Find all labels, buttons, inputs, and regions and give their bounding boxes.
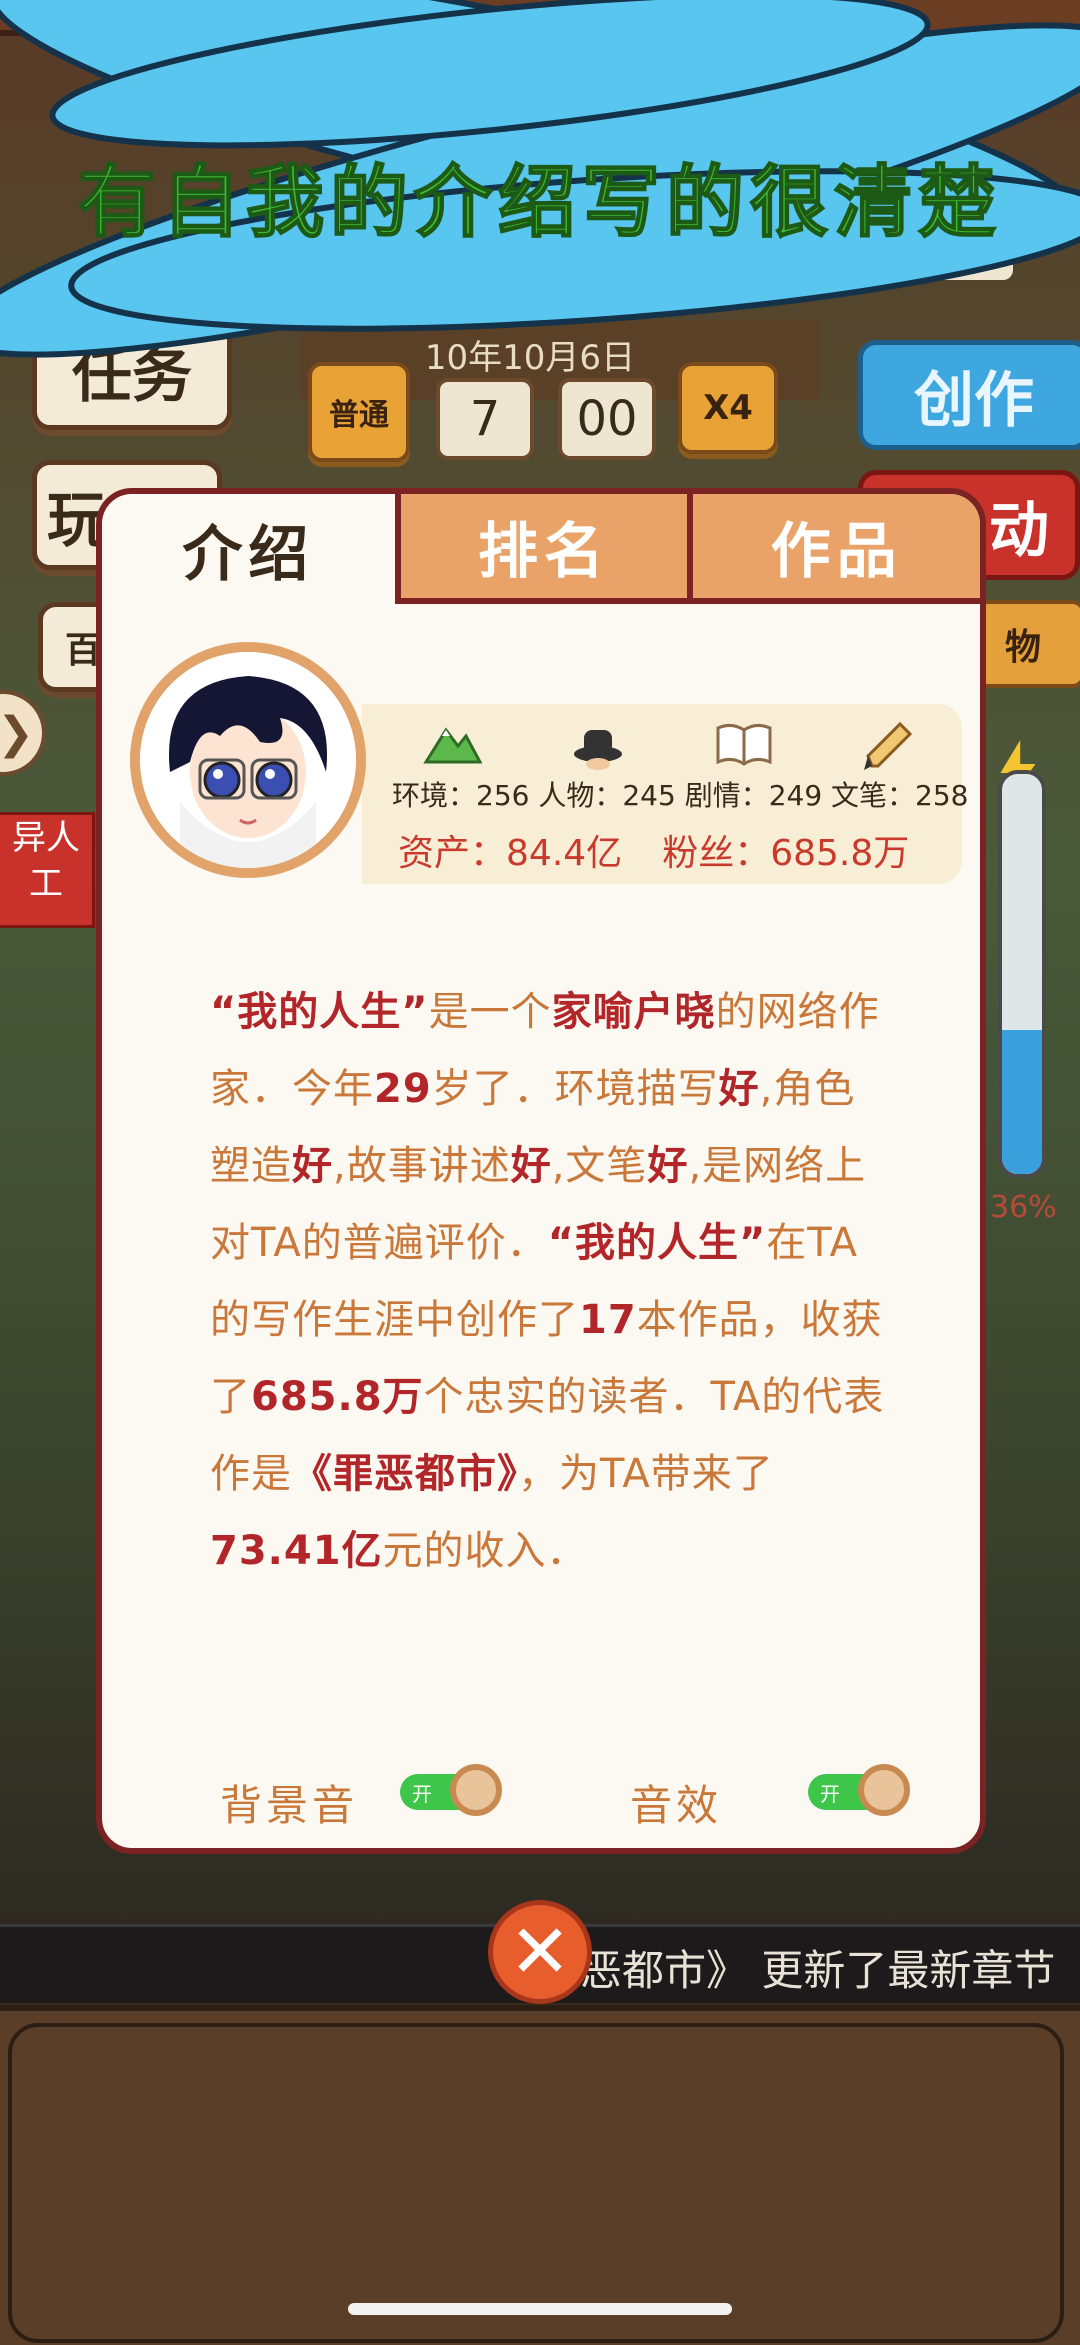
fans-label: 粉丝：	[662, 833, 771, 874]
assets-fans-line: 资产：84.4亿 粉丝：685.8万	[398, 824, 978, 876]
intro-fragment: 是一个	[428, 989, 552, 1035]
overlay-caption: 有自我的介绍写的很清楚	[77, 157, 1002, 249]
bottom-panel-inner	[8, 2023, 1064, 2343]
hour-display: 7	[436, 378, 534, 460]
intro-fragment: “我的人生”	[547, 1220, 767, 1266]
stat-icons-row	[392, 716, 962, 776]
minute-display: 00	[558, 378, 656, 460]
intro-fragment: ,文笔	[551, 1143, 648, 1189]
mode-button[interactable]: 普通	[308, 362, 410, 462]
create-button[interactable]: 创作	[858, 340, 1080, 450]
intro-fragment: 岁了．环境描写	[431, 1066, 719, 1112]
close-button[interactable]: ✕	[488, 1900, 592, 2004]
intro-fragment: 元的收入．	[382, 1528, 588, 1574]
modal-tabs: 介绍 排名 作品	[102, 494, 980, 604]
intro-fragment: 29	[374, 1066, 432, 1112]
energy-percent: 36%	[990, 1190, 1057, 1225]
intro-fragment: 好	[718, 1066, 760, 1112]
assets-value: 84.4亿	[506, 833, 623, 874]
bgm-label: 背景音	[220, 1781, 359, 1830]
speed-button[interactable]: X4	[678, 362, 778, 454]
stats-line: 环境：256 人物：245 剧情：249 文笔：258	[392, 779, 969, 812]
book-icon	[716, 723, 772, 766]
top-frame	[0, 0, 1080, 36]
intro-fragment: 好	[647, 1143, 689, 1189]
intro-fragment: 73.41亿	[210, 1528, 383, 1574]
intro-fragment: 好	[292, 1143, 333, 1189]
sound-settings-row: 背景音 开 音效 开	[102, 1764, 980, 1834]
tab-works[interactable]: 作品	[687, 494, 980, 604]
energy-bar	[998, 770, 1046, 1178]
intro-fragment: “我的人生”	[210, 989, 429, 1035]
avatar	[130, 642, 366, 878]
toggle-on-text: 开	[820, 1782, 840, 1806]
intro-fragment: 《罪恶都市》	[292, 1451, 518, 1497]
intro-fragment: 好	[510, 1143, 552, 1189]
tab-intro[interactable]: 介绍	[102, 494, 395, 604]
task-button[interactable]: 任务	[32, 310, 232, 430]
side-tag[interactable]: 异人工	[0, 812, 95, 928]
energy-bar-fill	[1002, 1030, 1042, 1174]
hat-icon	[574, 730, 622, 770]
fans-value: 685.8万	[770, 833, 910, 874]
toggle-knob	[450, 1764, 502, 1816]
intro-fragment: 685.8万	[251, 1374, 424, 1420]
intro-fragment: 家喻户晓	[551, 989, 716, 1035]
toggle-on-text: 开	[412, 1782, 432, 1806]
assets-label: 资产：	[398, 833, 507, 874]
tab-ranking[interactable]: 排名	[394, 494, 688, 604]
ticker-text: 恶都市》 更新了最新章节	[580, 1946, 1056, 1995]
home-indicator[interactable]	[348, 2303, 732, 2315]
intro-fragment: ，为TA带来了	[518, 1451, 774, 1497]
sfx-label: 音效	[630, 1781, 723, 1830]
bottom-panel	[0, 2005, 1080, 2345]
intro-fragment: ,故事讲述	[333, 1143, 511, 1189]
sfx-toggle[interactable]: 开	[808, 1764, 910, 1816]
toggle-knob	[858, 1764, 910, 1816]
intro-fragment: 17	[579, 1297, 637, 1343]
avatar-portrait-icon	[140, 652, 356, 868]
author-intro-text: “我的人生”是一个家喻户晓的网络作家．今年29岁了．环境描写好,角色塑造好,故事…	[210, 974, 890, 1590]
bgm-toggle[interactable]: 开	[400, 1764, 502, 1816]
pen-icon	[864, 721, 913, 770]
author-profile-modal: 介绍 排名 作品 环境：256 人物：245 剧情：249 文笔：258 资产：…	[96, 488, 986, 1854]
mountain-icon	[423, 727, 482, 764]
